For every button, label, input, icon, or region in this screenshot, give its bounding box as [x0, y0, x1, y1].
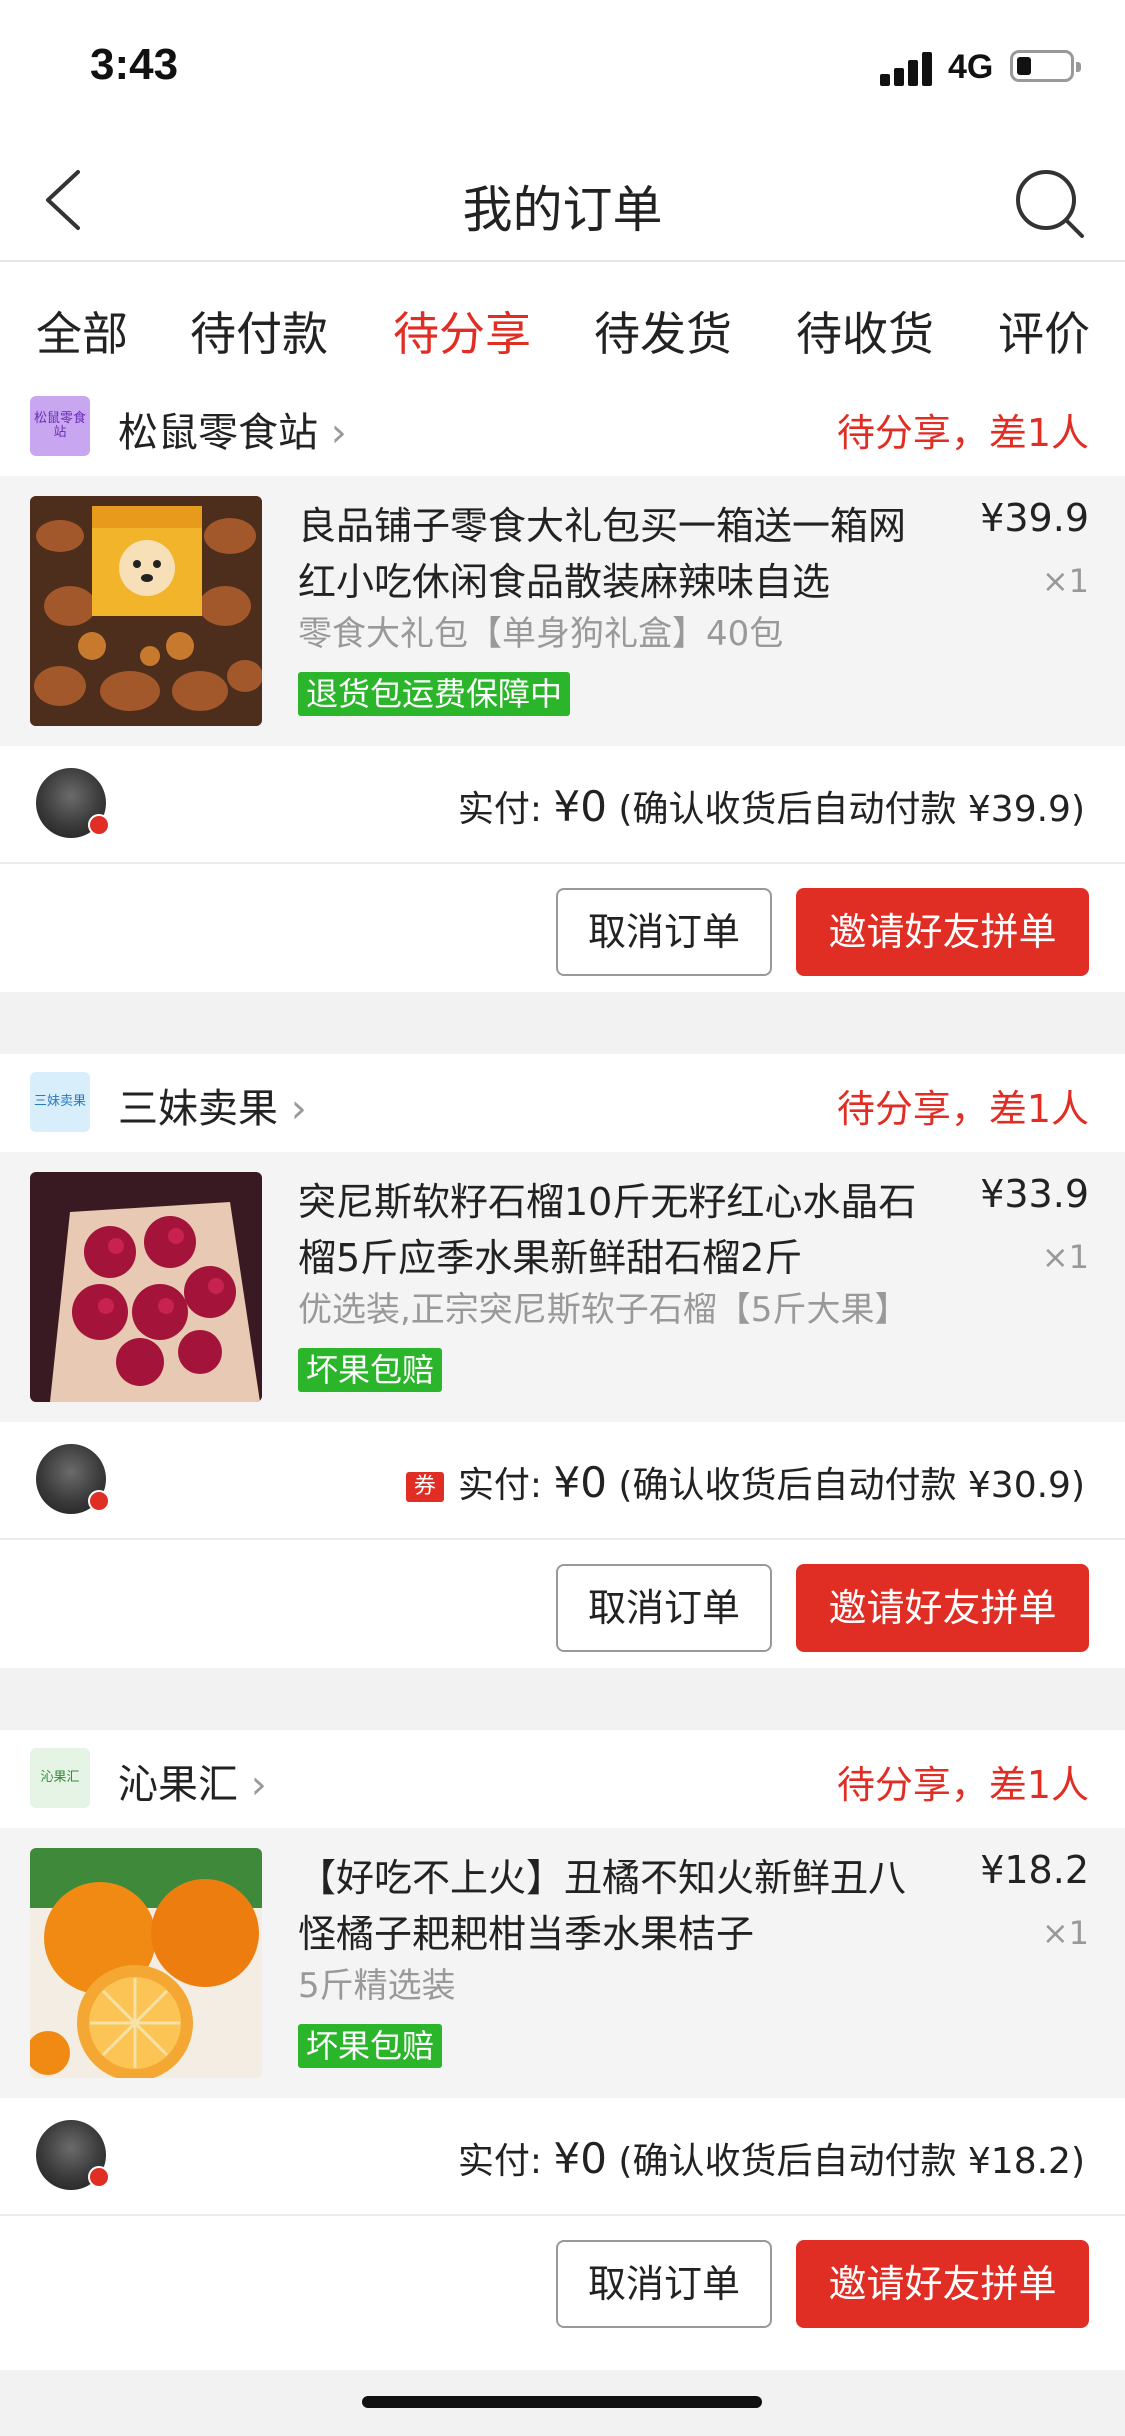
shop-logo: 沁果汇	[30, 1748, 90, 1808]
search-icon[interactable]	[1010, 164, 1090, 244]
paid-amount: ¥0	[553, 2134, 607, 2183]
home-indicator[interactable]	[362, 2396, 762, 2408]
payment-summary: 实付: ¥0 (确认收货后自动付款 ¥39.9)	[457, 782, 1085, 831]
avatar[interactable]	[36, 2120, 110, 2190]
payment-row: 实付: ¥0 (确认收货后自动付款 ¥39.9)	[0, 746, 1125, 864]
order-card: 松鼠零食站 松鼠零食站 › 待分享，差1人 良品铺子零食大礼包买一箱送一箱网红小…	[0, 378, 1125, 992]
payment-note: (确认收货后自动付款 ¥39.9)	[606, 789, 1085, 830]
product-image[interactable]	[30, 496, 262, 726]
avatar[interactable]	[36, 1444, 110, 1514]
battery-icon	[1010, 50, 1081, 82]
order-item[interactable]: 良品铺子零食大礼包买一箱送一箱网红小吃休闲食品散装麻辣味自选 零食大礼包【单身狗…	[0, 476, 1125, 746]
product-spec: 零食大礼包【单身狗礼盒】40包	[298, 614, 784, 654]
product-image[interactable]	[30, 1172, 262, 1402]
paid-amount: ¥0	[553, 782, 607, 831]
signal-icon	[880, 50, 938, 86]
product-spec: 5斤精选装	[298, 1966, 456, 2006]
service-tag: 退货包运费保障中	[298, 672, 571, 716]
order-item[interactable]: 突尼斯软籽石榴10斤无籽红心水晶石榴5斤应季水果新鲜甜石榴2斤 优选装,正宗突尼…	[0, 1152, 1125, 1422]
order-card: 三妹卖果 三妹卖果 › 待分享，差1人 突尼斯软籽石榴10斤无籽红心水晶石榴5斤…	[0, 1054, 1125, 1668]
cancel-order-button[interactable]: 取消订单	[556, 1564, 772, 1652]
payment-note: (确认收货后自动付款 ¥30.9)	[606, 1465, 1085, 1506]
product-quantity: ×1	[1041, 562, 1089, 600]
tab-all[interactable]: 全部	[36, 298, 128, 364]
order-status: 待分享，差1人	[836, 1763, 1089, 1807]
coupon-icon: 券	[405, 1472, 444, 1502]
cancel-order-button[interactable]: 取消订单	[556, 2240, 772, 2328]
tab-pending-share[interactable]: 待分享	[393, 298, 531, 364]
status-time: 3:43	[90, 40, 179, 89]
status-bar: 3:43 4G	[0, 0, 1125, 140]
tab-pending-shipment[interactable]: 待发货	[594, 298, 732, 364]
service-tag: 坏果包赔	[298, 2024, 443, 2068]
payment-summary: 实付: ¥0 (确认收货后自动付款 ¥18.2)	[457, 2134, 1085, 2183]
tab-review[interactable]: 评价	[998, 298, 1090, 364]
service-tag: 坏果包赔	[298, 1348, 443, 1392]
product-title[interactable]: 良品铺子零食大礼包买一箱送一箱网红小吃休闲食品散装麻辣味自选	[298, 498, 938, 610]
avatar[interactable]	[36, 768, 110, 838]
product-quantity: ×1	[1041, 1238, 1089, 1276]
invite-friend-button[interactable]: 邀请好友拼单	[796, 2240, 1089, 2328]
product-spec: 优选装,正宗突尼斯软子石榴【5斤大果】	[298, 1290, 909, 1330]
shop-header[interactable]: 松鼠零食站 松鼠零食站 › 待分享，差1人	[0, 378, 1125, 476]
product-price: ¥18.2	[980, 1848, 1089, 1892]
tab-pending-receipt[interactable]: 待收货	[796, 298, 934, 364]
nav-bar: 我的订单	[0, 140, 1125, 262]
cancel-order-button[interactable]: 取消订单	[556, 888, 772, 976]
product-title[interactable]: 突尼斯软籽石榴10斤无籽红心水晶石榴5斤应季水果新鲜甜石榴2斤	[298, 1174, 938, 1286]
invite-friend-button[interactable]: 邀请好友拼单	[796, 1564, 1089, 1652]
product-price: ¥33.9	[980, 1172, 1089, 1216]
action-row: 取消订单 邀请好友拼单	[0, 2216, 1125, 2344]
chevron-right-icon: ›	[290, 1086, 307, 1132]
network-type: 4G	[948, 48, 994, 86]
shop-name[interactable]: 沁果汇 ›	[118, 1752, 267, 1810]
chevron-right-icon: ›	[330, 410, 347, 456]
shop-logo: 三妹卖果	[30, 1072, 90, 1132]
payment-row: 券实付: ¥0 (确认收货后自动付款 ¥30.9)	[0, 1422, 1125, 1540]
product-quantity: ×1	[1041, 1914, 1089, 1952]
order-status: 待分享，差1人	[836, 411, 1089, 455]
shop-name[interactable]: 松鼠零食站 ›	[118, 400, 347, 458]
shop-name[interactable]: 三妹卖果 ›	[118, 1076, 307, 1134]
paid-amount: ¥0	[553, 1458, 607, 1507]
shop-header[interactable]: 三妹卖果 三妹卖果 › 待分享，差1人	[0, 1054, 1125, 1152]
shop-header[interactable]: 沁果汇 沁果汇 › 待分享，差1人	[0, 1730, 1125, 1828]
page-title: 我的订单	[462, 181, 663, 239]
order-item[interactable]: 【好吃不上火】丑橘不知火新鲜丑八怪橘子耙耙柑当季水果桔子 5斤精选装 坏果包赔 …	[0, 1828, 1125, 2098]
tab-pending-payment[interactable]: 待付款	[190, 298, 328, 364]
invite-friend-button[interactable]: 邀请好友拼单	[796, 888, 1089, 976]
action-row: 取消订单 邀请好友拼单	[0, 1540, 1125, 1668]
product-image[interactable]	[30, 1848, 262, 2078]
payment-note: (确认收货后自动付款 ¥18.2)	[606, 2141, 1085, 2182]
order-status: 待分享，差1人	[836, 1087, 1089, 1131]
chevron-right-icon: ›	[250, 1762, 267, 1808]
payment-row: 实付: ¥0 (确认收货后自动付款 ¥18.2)	[0, 2098, 1125, 2216]
order-card: 沁果汇 沁果汇 › 待分享，差1人 【好吃不上火】丑橘不知火新鲜丑八怪橘子耙耙柑…	[0, 1730, 1125, 2370]
product-title[interactable]: 【好吃不上火】丑橘不知火新鲜丑八怪橘子耙耙柑当季水果桔子	[298, 1850, 938, 1962]
product-price: ¥39.9	[980, 496, 1089, 540]
payment-summary: 券实付: ¥0 (确认收货后自动付款 ¥30.9)	[405, 1456, 1085, 1508]
shop-logo: 松鼠零食站	[30, 396, 90, 456]
order-tabs: 全部 待付款 待分享 待发货 待收货 评价	[0, 262, 1125, 390]
action-row: 取消订单 邀请好友拼单	[0, 864, 1125, 992]
